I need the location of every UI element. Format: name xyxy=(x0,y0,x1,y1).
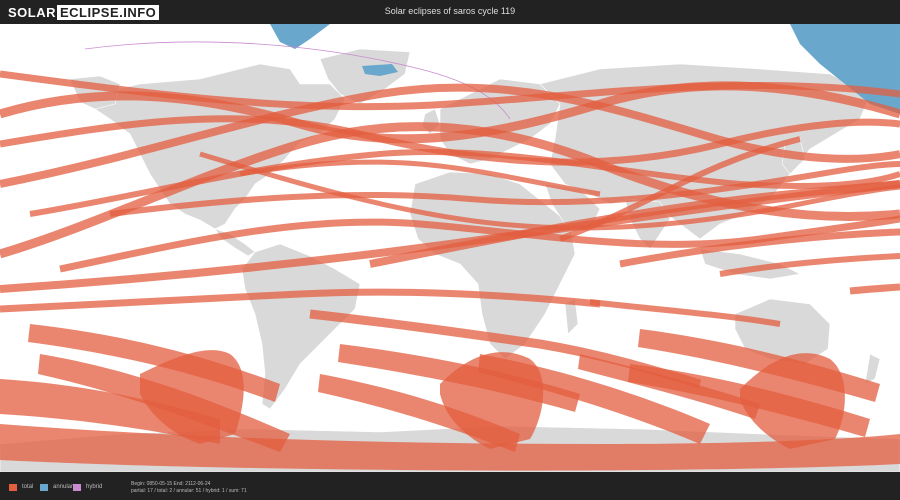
total-path xyxy=(849,283,900,295)
footer-legend-bar: total annular hybrid Begin: 0850-05-15 E… xyxy=(0,472,900,500)
legend-label-annular: annular xyxy=(53,484,74,490)
legend-item-total: total xyxy=(9,483,33,491)
world-map[interactable] xyxy=(0,24,900,472)
legend-item-annular: annular xyxy=(40,483,73,491)
eclipse-path-map xyxy=(0,24,900,472)
saros-stats: Begin: 0850-05-15 End: 2112-06-24 partia… xyxy=(131,481,247,495)
legend-swatch-total xyxy=(9,483,17,491)
legend-label-hybrid: hybrid xyxy=(86,484,103,490)
saros-eclipse-counts: partial: 17 / total: 2 / annular: 51 / h… xyxy=(131,488,247,494)
page-title: Solar eclipses of saros cycle 119 xyxy=(384,6,516,16)
legend-swatch-annular xyxy=(40,483,48,491)
new-zealand xyxy=(864,353,881,385)
legend-swatch-hybrid xyxy=(73,483,81,491)
legend-label-total: total xyxy=(22,484,34,490)
header-bar: SOLAR ECLIPSE.INFO Solar eclipses of sar… xyxy=(0,0,900,24)
legend-item-hybrid: hybrid xyxy=(73,483,102,491)
saros-date-range: Begin: 0850-05-15 End: 2112-06-24 xyxy=(131,481,211,487)
